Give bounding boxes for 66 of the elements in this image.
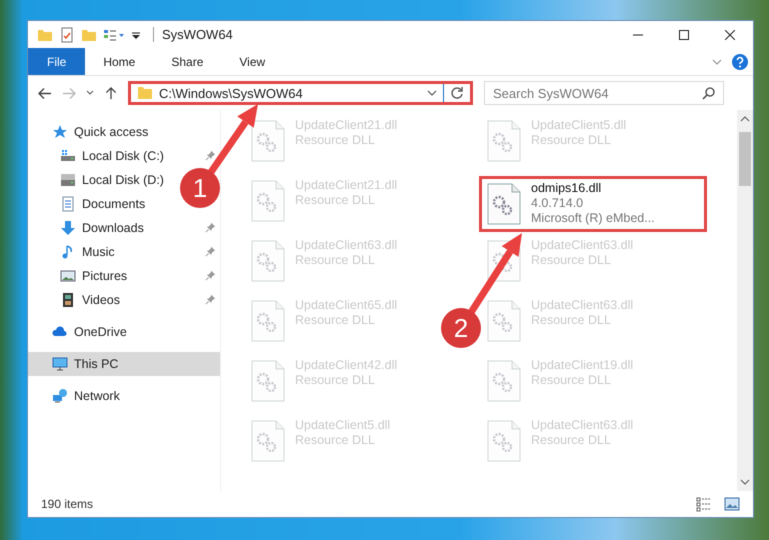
drive-icon xyxy=(60,148,76,164)
gear-file-icon xyxy=(487,420,521,462)
window-title: SysWOW64 xyxy=(153,27,233,42)
details-view-icon[interactable] xyxy=(696,496,712,512)
scrollbar-thumb[interactable] xyxy=(739,132,751,186)
file-name: odmips16.dll xyxy=(531,181,602,196)
scroll-down-icon[interactable] xyxy=(740,477,750,487)
drive-icon xyxy=(60,172,76,188)
ribbon-tab[interactable]: Home xyxy=(85,48,154,75)
address-bar[interactable]: C:\Windows\SysWOW64 xyxy=(128,81,473,105)
network-icon xyxy=(52,388,68,404)
down-arrow-icon xyxy=(60,220,76,236)
picture-icon xyxy=(60,268,76,284)
sidebar-item[interactable]: Network xyxy=(28,384,220,408)
step-number-badge: 2 xyxy=(441,308,481,348)
close-icon xyxy=(725,30,735,40)
callout-arrow xyxy=(207,104,258,176)
refresh-icon[interactable] xyxy=(450,86,464,100)
sidebar-item[interactable]: Local Disk (D:) xyxy=(28,168,170,192)
sidebar-item[interactable]: Music xyxy=(28,240,220,264)
expand-ribbon-icon[interactable] xyxy=(712,56,722,66)
sidebar-item[interactable]: Pictures xyxy=(28,264,220,288)
gear-file-icon xyxy=(251,360,285,402)
search-field[interactable]: Search SysWOW64 xyxy=(484,81,724,105)
recent-locations-icon[interactable] xyxy=(86,89,94,97)
folder-icon xyxy=(137,85,153,101)
document-icon xyxy=(60,196,76,212)
customize-dropdown-icon[interactable] xyxy=(131,30,141,40)
maximize-icon xyxy=(679,30,689,40)
gear-file-icon xyxy=(251,180,285,222)
sidebar-item[interactable]: Downloads xyxy=(28,216,220,240)
gear-file-icon xyxy=(251,240,285,282)
monitor-icon xyxy=(52,356,68,372)
star-icon xyxy=(52,124,68,140)
sidebar-item[interactable]: Documents xyxy=(28,192,152,216)
back-arrow-icon[interactable] xyxy=(38,86,52,100)
ribbon-tab[interactable]: View xyxy=(221,48,284,75)
step-number-badge: 1 xyxy=(180,168,220,208)
search-icon xyxy=(702,86,716,100)
large-icons-view-icon[interactable] xyxy=(724,496,740,512)
film-icon xyxy=(60,292,76,308)
gear-file-icon xyxy=(487,360,521,402)
gear-file-icon xyxy=(487,120,521,162)
gear-file-icon xyxy=(487,300,521,342)
ribbon-tab[interactable]: File xyxy=(28,48,86,75)
gear-file-icon xyxy=(251,420,285,462)
sidebar-item[interactable]: This PC xyxy=(28,352,220,376)
file-detail: 4.0.714.0 xyxy=(531,196,584,211)
scrollbar[interactable] xyxy=(737,110,753,491)
gear-file-icon xyxy=(487,183,521,225)
scroll-up-icon[interactable] xyxy=(740,114,750,124)
gear-file-icon xyxy=(251,120,285,162)
ribbon-tab[interactable]: Share xyxy=(153,48,222,75)
file-item[interactable]: odmips16.dll 4.0.714.0 Microsoft (R) eMbed... xyxy=(479,176,707,232)
sidebar-item[interactable]: Videos xyxy=(28,288,220,312)
checkmark-document-icon[interactable] xyxy=(59,26,75,42)
file-detail: Microsoft (R) eMbed... xyxy=(531,211,655,226)
gear-file-icon xyxy=(251,300,285,342)
sidebar-item[interactable]: Quick access xyxy=(28,120,220,144)
up-arrow-icon[interactable] xyxy=(104,86,118,100)
sidebar-item[interactable]: OneDrive xyxy=(28,320,220,344)
item-count: 190 items xyxy=(41,497,94,511)
address-path: C:\Windows\SysWOW64 xyxy=(159,86,304,100)
help-icon[interactable] xyxy=(732,54,748,70)
sidebar-item[interactable]: Local Disk (C:) xyxy=(28,144,220,168)
dropdown-chevron-icon[interactable] xyxy=(427,88,437,98)
